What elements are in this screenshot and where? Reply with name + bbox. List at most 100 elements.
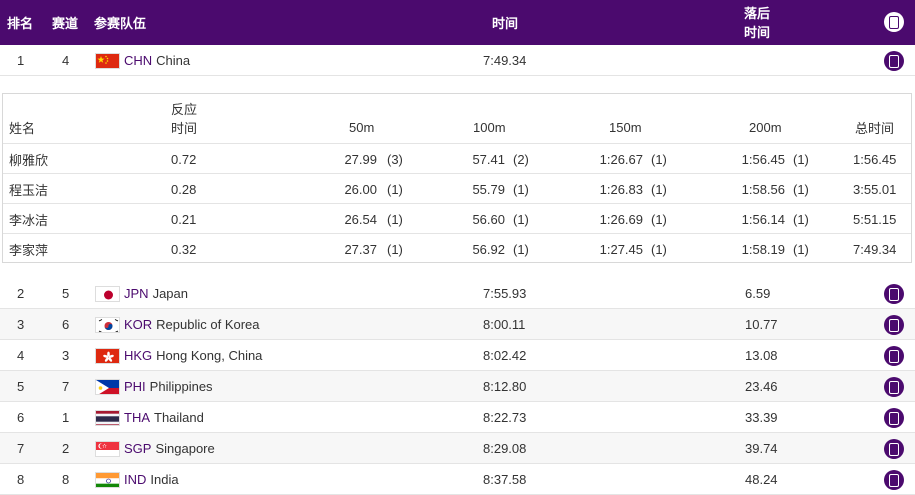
split-200m-rank: (1) (793, 151, 809, 167)
team-name: Hong Kong, China (156, 348, 263, 363)
split-50m-rank: (1) (387, 211, 403, 227)
expand-row-icon[interactable] (884, 377, 904, 397)
row-team: THA Thailand (95, 402, 204, 433)
swimmer-name: 柳雅欣 (9, 152, 49, 168)
split-header-reaction: 反应 时间 (171, 94, 197, 144)
row-time: 8:00.11 (483, 317, 526, 332)
expand-row-icon[interactable] (884, 439, 904, 459)
team-name: Japan (152, 286, 188, 301)
row-behind: 33.39 (745, 410, 778, 425)
split-100m-rank: (1) (513, 241, 529, 257)
expand-all-icon[interactable] (884, 12, 904, 32)
split-row: 柳雅欣 0.72 27.99 (3) 57.41 (2) 1:26.67 (1) 1:56.45… (3, 144, 911, 174)
total-time: 5:51.15 (853, 211, 897, 227)
header-behind: 落后 时间 (744, 0, 770, 45)
table-row-sgp[interactable]: 7 2 SGP Singapore 8:29.08 39.74 (0, 433, 915, 464)
split-200m: 1:58.19 (741, 241, 785, 257)
team-name: Philippines (149, 379, 213, 394)
team-name: Thailand (154, 410, 204, 425)
row-rank: 1 (17, 53, 25, 68)
expand-row-icon[interactable] (884, 315, 904, 335)
team-code: CHN (124, 53, 153, 68)
split-header-reaction-line2: 时间 (171, 121, 198, 136)
row-lane: 6 (62, 317, 70, 332)
row-rank: 7 (17, 441, 25, 456)
reaction-time: 0.21 (171, 211, 197, 227)
split-150m-rank: (1) (651, 181, 667, 197)
split-150m-rank: (1) (651, 241, 667, 257)
row-lane: 5 (62, 286, 70, 301)
row-time: 8:29.08 (483, 441, 527, 456)
table-row-kor[interactable]: 3 6 KOR Republic of Korea 8:00.11 10.77 (0, 309, 915, 340)
split-50m: 26.54 (344, 211, 377, 227)
header-lane: 赛道 (52, 16, 79, 31)
row-rank: 4 (17, 348, 25, 363)
header-time: 时间 (492, 16, 519, 31)
split-150m: 1:26.83 (599, 181, 643, 197)
table-row-jpn[interactable]: 2 5 JPN Japan 7:55.93 6.59 (0, 278, 915, 309)
split-100m: 57.41 (472, 151, 505, 167)
row-lane: 2 (62, 441, 70, 456)
flag-sgp-icon (95, 440, 120, 457)
header-rank: 排名 (7, 16, 34, 31)
expand-row-icon[interactable] (884, 470, 904, 490)
table-row-tha[interactable]: 6 1 THA Thailand 8:22.73 33.39 (0, 402, 915, 433)
team-name: India (150, 472, 179, 487)
swimmer-name: 李冰洁 (9, 212, 49, 228)
split-50m-rank: (1) (387, 181, 403, 197)
flag-hkg-icon (95, 347, 120, 364)
row-team: IND India (95, 464, 179, 495)
row-team: SGP Singapore (95, 433, 215, 464)
total-time: 3:55.01 (853, 181, 897, 197)
row-rank: 2 (17, 286, 25, 301)
split-150m: 1:26.67 (599, 151, 643, 167)
split-150m-rank: (1) (651, 211, 667, 227)
split-50m: 27.37 (344, 241, 377, 257)
team-code: KOR (124, 317, 153, 332)
reaction-time: 0.72 (171, 151, 197, 167)
header-behind-line2: 时间 (744, 24, 771, 40)
split-50m-rank: (3) (387, 151, 403, 167)
row-lane: 3 (62, 348, 70, 363)
split-100m-rank: (1) (513, 211, 529, 227)
flag-kor-icon (95, 316, 120, 333)
header-team: 参赛队伍 (94, 16, 147, 31)
team-name: Republic of Korea (156, 317, 260, 332)
team-code: HKG (124, 348, 153, 363)
row-time: 8:37.58 (483, 472, 527, 487)
row-rank: 3 (17, 317, 25, 332)
table-row-ind[interactable]: 8 8 IND India 8:37.58 48.24 (0, 464, 915, 495)
row-rank: 6 (17, 410, 25, 425)
split-row: 李冰洁 0.21 26.54 (1) 56.60 (1) 1:26.69 (1) 1:56.14… (3, 204, 911, 234)
row-time: 8:12.80 (483, 379, 527, 394)
table-row-phi[interactable]: 5 7 PHI Philippines 8:12.80 23.46 (0, 371, 915, 402)
split-150m: 1:26.69 (599, 211, 643, 227)
row-rank: 8 (17, 472, 25, 487)
swimmer-name: 李家萍 (9, 242, 49, 258)
table-row-chn[interactable]: 1 4 CHN China 7:49.34 (0, 45, 915, 76)
row-time: 7:49.34 (483, 53, 527, 68)
table-row-hkg[interactable]: 4 3 HKG Hong Kong, China 8:02.42 13.08 (0, 340, 915, 371)
collapse-row-icon[interactable] (884, 51, 904, 71)
header-behind-line1: 落后 (744, 5, 771, 21)
row-time: 7:55.93 (483, 286, 527, 301)
row-team: CHN China (95, 45, 190, 76)
team-code: PHI (124, 379, 146, 394)
split-row: 李家萍 0.32 27.37 (1) 56.92 (1) 1:27.45 (1) 1:58.19… (3, 234, 911, 264)
row-behind: 48.24 (745, 472, 778, 487)
row-behind: 6.59 (745, 286, 771, 301)
row-lane: 4 (62, 53, 70, 68)
row-rank: 5 (17, 379, 25, 394)
split-50m: 26.00 (344, 181, 377, 197)
split-100m-rank: (2) (513, 151, 529, 167)
row-behind: 23.46 (745, 379, 778, 394)
split-200m-rank: (1) (793, 211, 809, 227)
split-200m-rank: (1) (793, 241, 809, 257)
row-time: 8:02.42 (483, 348, 527, 363)
expand-row-icon[interactable] (884, 284, 904, 304)
expand-row-icon[interactable] (884, 408, 904, 428)
team-code: THA (124, 410, 150, 425)
expand-row-icon[interactable] (884, 346, 904, 366)
row-lane: 8 (62, 472, 70, 487)
split-200m: 1:56.45 (741, 151, 785, 167)
